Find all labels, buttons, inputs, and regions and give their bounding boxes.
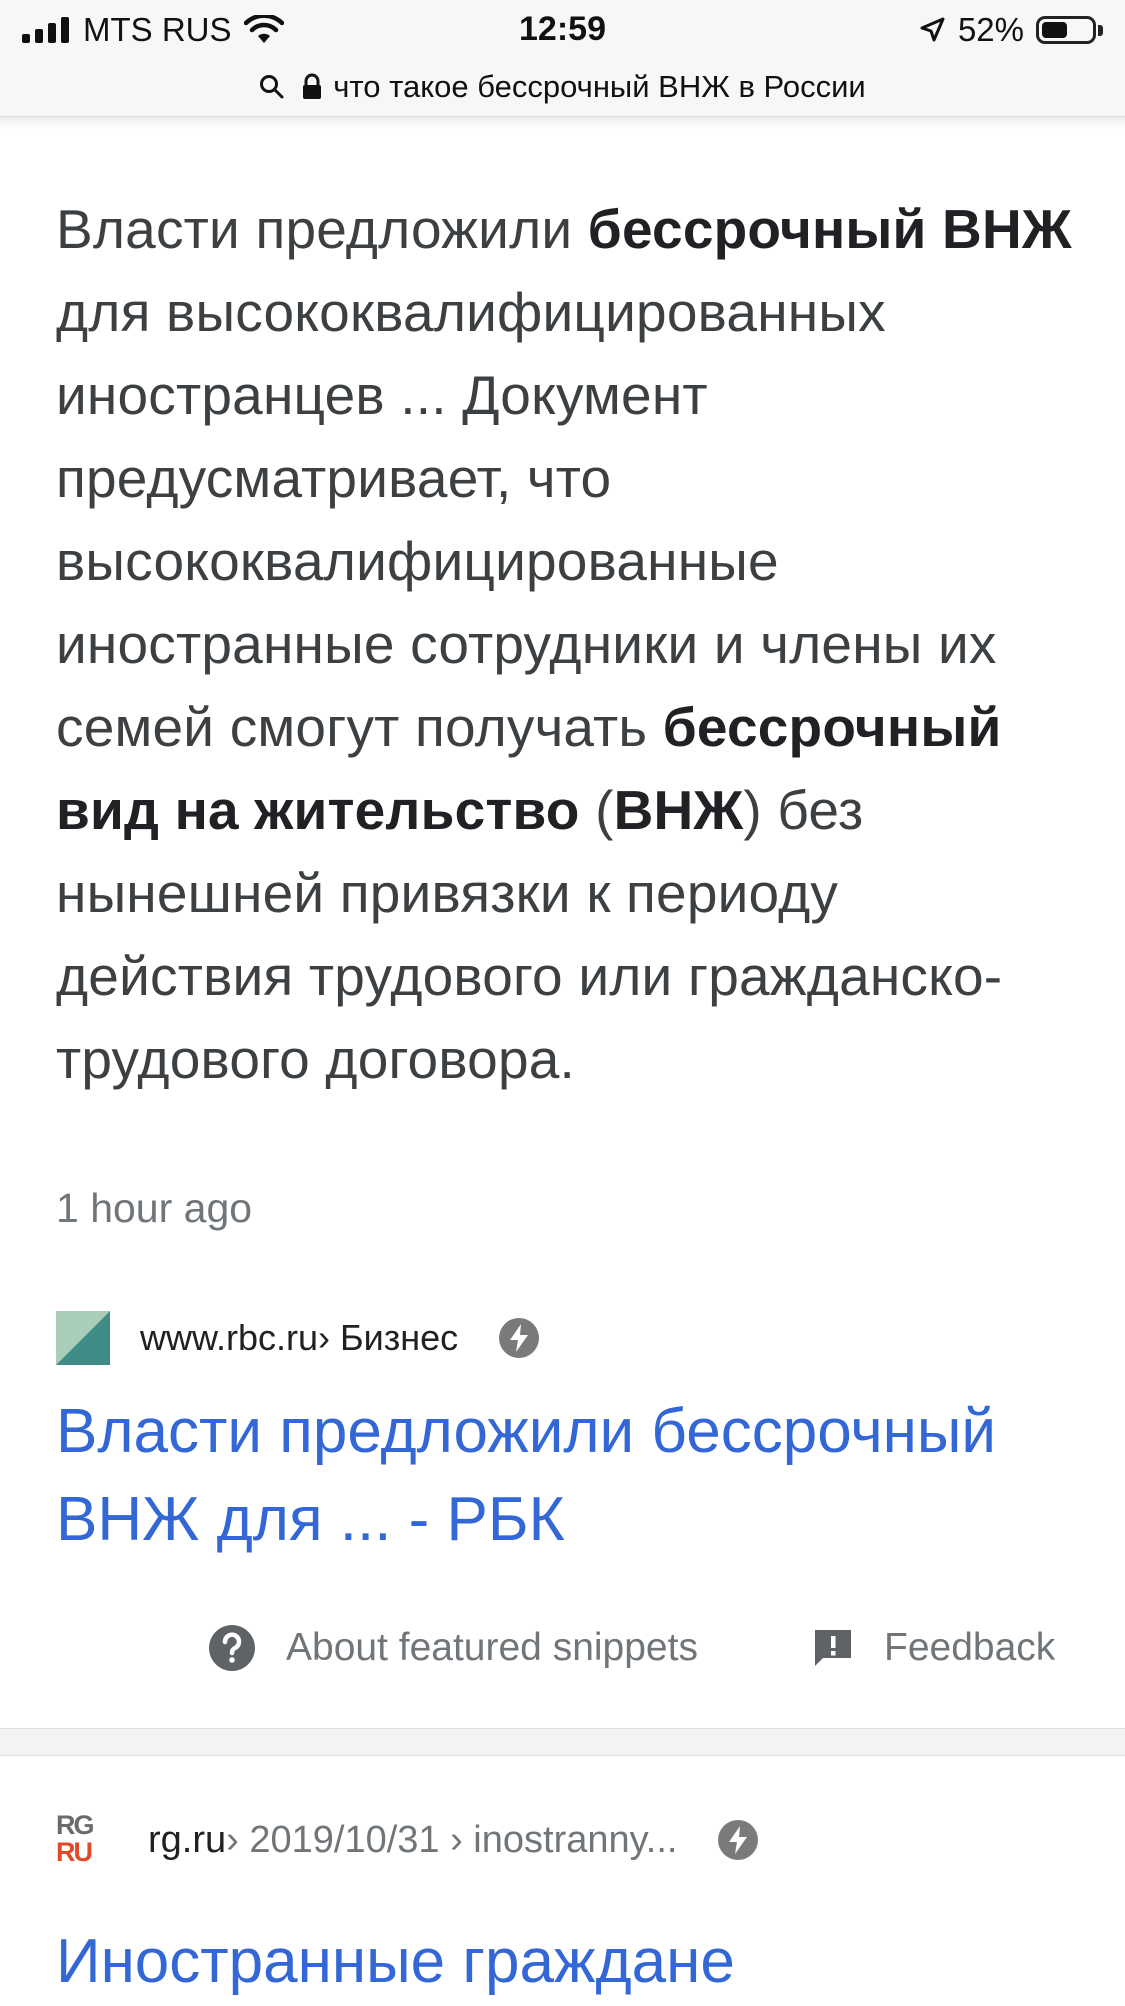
- feedback-button[interactable]: Feedback: [812, 1618, 1055, 1678]
- result-breadcrumb: › 2019/10/31 › inostranny...: [226, 1818, 678, 1861]
- featured-snippet-text: Власти предложили бессрочный ВНЖ для выс…: [56, 188, 1076, 1101]
- result-url: www.rbc.ru: [140, 1317, 319, 1358]
- section-divider: [0, 1728, 1125, 1756]
- result-title-link[interactable]: Иностранные граждане: [56, 1918, 735, 2006]
- feedback-label: Feedback: [884, 1626, 1056, 1669]
- rbc-favicon-icon: [56, 1311, 110, 1365]
- battery-icon: [1036, 16, 1096, 44]
- amp-lightning-icon: [499, 1318, 540, 1358]
- rg-favicon-icon: RG RU: [56, 1810, 95, 1867]
- snippet-fragment: (: [579, 779, 614, 841]
- search-icon: [260, 75, 284, 99]
- search-query: что такое бессрочный ВНЖ в России: [333, 69, 866, 104]
- result-source[interactable]: RG RU rg.ru › 2019/10/31 › inostranny...: [56, 1810, 759, 1870]
- toolbar-shadow: [0, 117, 1125, 129]
- feedback-icon: [815, 1630, 851, 1666]
- status-bar: MTS RUS 12:59 52%: [0, 0, 1125, 58]
- lock-icon: [303, 73, 322, 99]
- snippet-highlight: ВНЖ: [613, 779, 744, 841]
- amp-lightning-icon: [718, 1820, 759, 1860]
- result-source[interactable]: www.rbc.ru › Бизнес: [56, 1310, 540, 1366]
- snippet-timestamp: 1 hour ago: [56, 1185, 253, 1231]
- snippet-highlight: бессрочный ВНЖ: [587, 198, 1072, 260]
- address-bar[interactable]: что такое бессрочный ВНЖ в России: [0, 58, 1125, 117]
- snippet-fragment: для высококвалифицированных иностранцев …: [56, 281, 997, 758]
- result-url: rg.ru: [148, 1818, 227, 1861]
- battery-percent: 52%: [957, 11, 1024, 48]
- help-icon: [209, 1625, 255, 1671]
- result-breadcrumb: › Бизнес: [318, 1317, 459, 1358]
- location-arrow-icon: [920, 17, 945, 42]
- result-title-link[interactable]: Власти предложили бессрочный ВНЖ для ...…: [56, 1388, 1096, 1564]
- snippet-fragment: Власти предложили: [56, 198, 588, 260]
- about-featured-snippets-link[interactable]: About featured snippets: [208, 1618, 698, 1678]
- about-featured-snippets-label: About featured snippets: [286, 1626, 698, 1669]
